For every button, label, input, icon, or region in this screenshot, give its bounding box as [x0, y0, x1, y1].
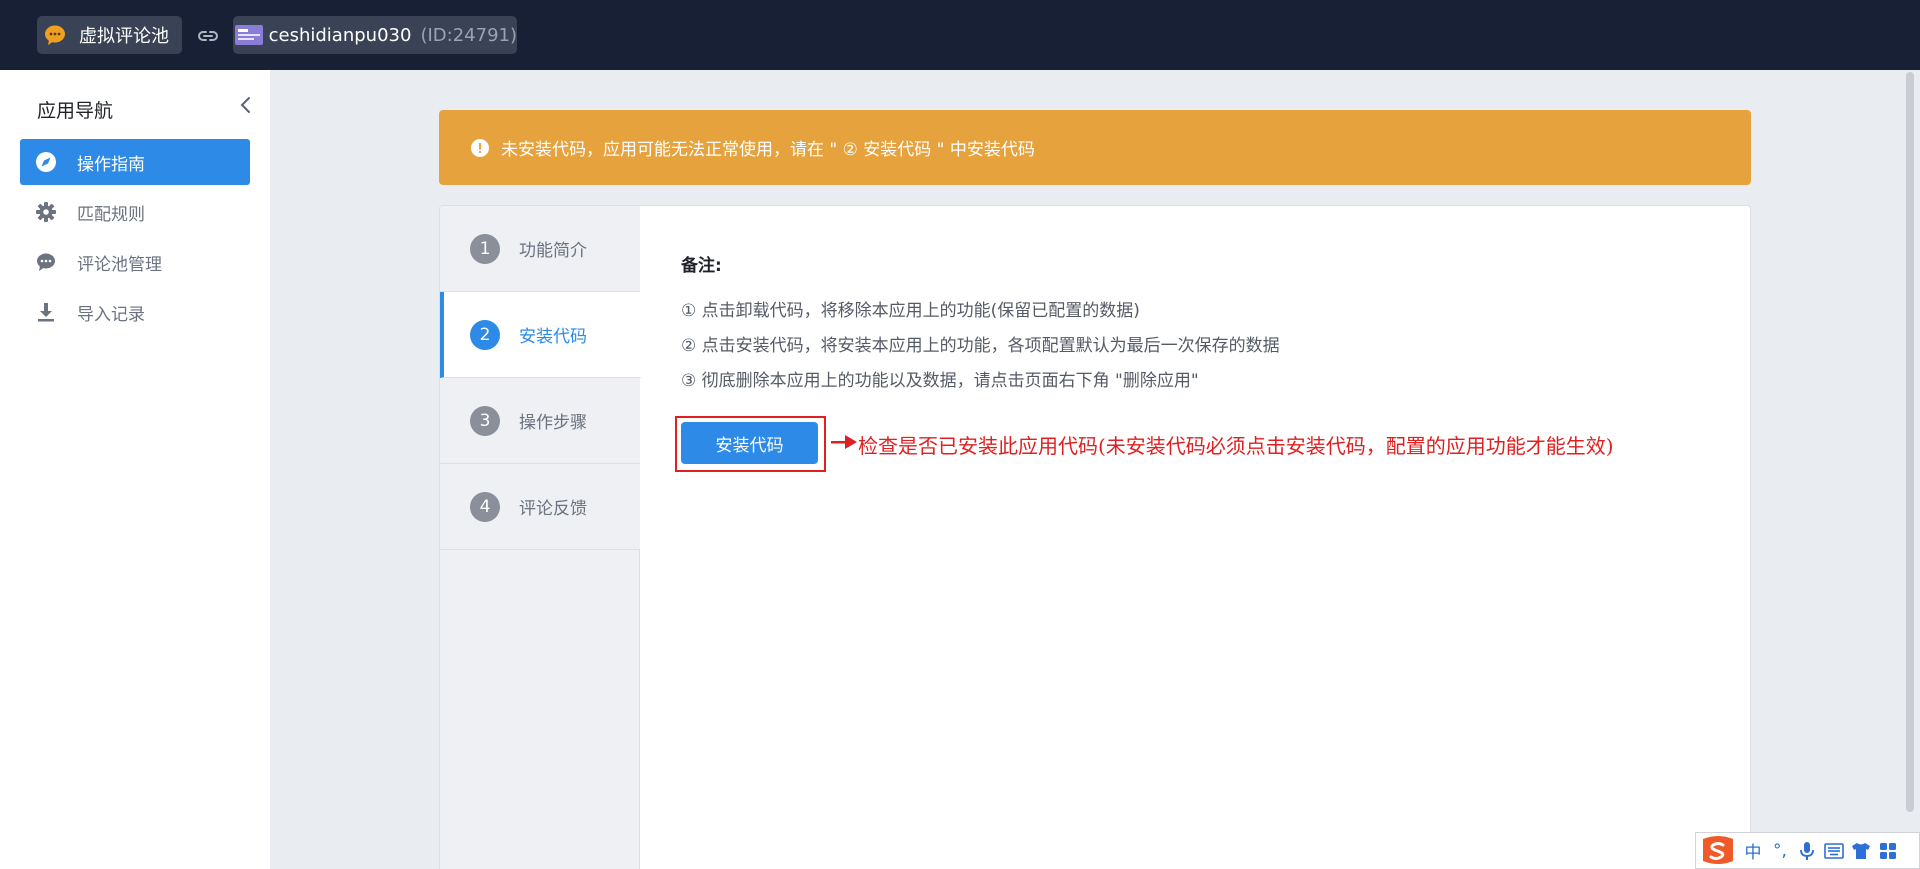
grid-menu-icon[interactable] [1876, 839, 1900, 863]
sidebar: 应用导航 操作指南 匹配规则 评论池管理 导入记录 [0, 70, 270, 869]
gear-icon [35, 201, 57, 223]
keyboard-icon[interactable] [1822, 839, 1846, 863]
chat-bubble-icon [37, 16, 73, 54]
comment-icon [35, 251, 57, 273]
step-install-code[interactable]: 2 安装代码 [440, 292, 641, 378]
sidebar-item-comment-pool[interactable]: 评论池管理 [20, 239, 250, 285]
step-intro[interactable]: 1 功能简介 [440, 206, 640, 292]
shop-name: ceshidianpu030 [268, 24, 412, 46]
download-icon [35, 301, 57, 323]
step-content: 备注: ① 点击卸载代码，将移除本应用上的功能(保留已配置的数据) ② 点击安装… [640, 206, 1750, 869]
step-number: 4 [470, 491, 500, 522]
step-operation[interactable]: 3 操作步骤 [440, 378, 640, 464]
note-line: ③ 彻底删除本应用上的功能以及数据，请点击页面右下角 "删除应用" [681, 371, 1199, 391]
sidebar-item-label: 导入记录 [77, 304, 145, 325]
sidebar-title: 应用导航 [37, 100, 114, 122]
sidebar-item-guide[interactable]: 操作指南 [20, 139, 250, 185]
install-code-button[interactable]: 安装代码 [681, 422, 818, 464]
note-title: 备注: [681, 256, 722, 276]
guide-panel: 1 功能简介 2 安装代码 3 操作步骤 4 评论反馈 备注: ① 点击卸载代码… [439, 205, 1751, 869]
annotation-text: 检查是否已安装此应用代码(未安装代码必须点击安装代码，配置的应用功能才能生效) [858, 434, 1614, 458]
microphone-icon[interactable] [1795, 839, 1819, 863]
sidebar-item-label: 匹配规则 [77, 204, 145, 225]
step-label: 评论反馈 [519, 499, 587, 519]
step-list: 1 功能简介 2 安装代码 3 操作步骤 4 评论反馈 [440, 206, 641, 869]
page-scrollbar[interactable] [1906, 72, 1914, 812]
step-number: 2 [470, 319, 500, 350]
warning-alert: 未安装代码，应用可能无法正常使用，请在 " ② 安装代码 " 中安装代码 [439, 110, 1751, 185]
step-label: 操作步骤 [519, 413, 587, 433]
app-name: 虚拟评论池 [79, 26, 169, 47]
ime-toolbar: 中 °, [1695, 832, 1920, 869]
ime-language-toggle[interactable]: 中 [1741, 839, 1765, 863]
step-number: 3 [470, 405, 500, 436]
shop-id: (ID:24791) [420, 24, 517, 46]
ime-punctuation-toggle[interactable]: °, [1768, 839, 1792, 863]
warning-circle-icon [471, 138, 489, 157]
link-icon [196, 24, 220, 48]
step-number: 1 [470, 233, 500, 264]
sidebar-item-import-records[interactable]: 导入记录 [20, 289, 250, 335]
sidebar-item-rules[interactable]: 匹配规则 [20, 189, 250, 235]
app-switcher[interactable]: 虚拟评论池 [37, 16, 182, 54]
sidebar-item-label: 操作指南 [77, 154, 145, 175]
arrow-right-icon [831, 434, 857, 450]
shirt-icon[interactable] [1849, 839, 1873, 863]
top-bar: 虚拟评论池 ceshidianpu030 (ID:24791) [0, 0, 1920, 70]
compass-icon [35, 151, 57, 173]
shop-card-icon [233, 16, 265, 54]
sidebar-item-label: 评论池管理 [77, 254, 162, 275]
chevron-left-icon[interactable] [238, 95, 254, 115]
note-line: ① 点击卸载代码，将移除本应用上的功能(保留已配置的数据) [681, 301, 1140, 321]
step-label: 功能简介 [519, 241, 587, 261]
step-label: 安装代码 [519, 327, 587, 347]
alert-message: 未安装代码，应用可能无法正常使用，请在 " ② 安装代码 " 中安装代码 [501, 140, 1035, 160]
step-feedback[interactable]: 4 评论反馈 [440, 464, 640, 550]
note-line: ② 点击安装代码，将安装本应用上的功能，各项配置默认为最后一次保存的数据 [681, 336, 1280, 356]
shop-selector[interactable]: ceshidianpu030 (ID:24791) [233, 16, 517, 54]
sogou-logo-icon[interactable] [1698, 834, 1738, 868]
